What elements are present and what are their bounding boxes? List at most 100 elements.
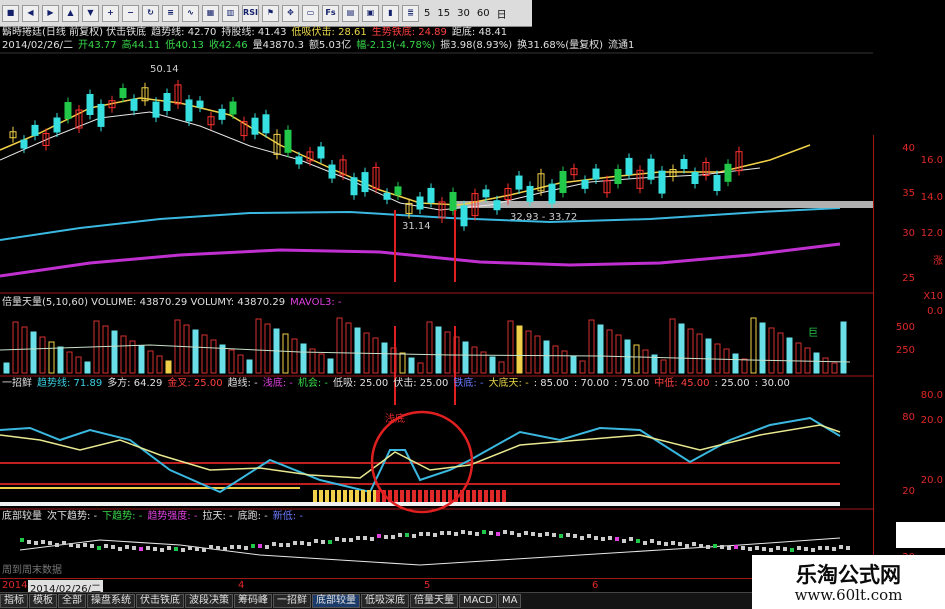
date-bar: 2014 2014/02/26/二 4 5 6: [0, 578, 873, 595]
bottom-marker: [83, 543, 87, 547]
bottom-marker: [692, 542, 696, 546]
bottom-marker: [342, 538, 346, 542]
osc_header-item: : 30.00: [754, 378, 790, 389]
volume-bar: [57, 346, 64, 374]
bottom-marker: [265, 545, 269, 549]
osc-slow-line: [0, 424, 841, 479]
volume-bar: [795, 342, 802, 374]
bottom_pane_header-item: 次下趋势: -: [47, 511, 98, 522]
tab-底部较量[interactable]: 底部较量: [312, 594, 360, 608]
bottom-marker: [482, 530, 486, 534]
volume-bar: [471, 346, 478, 374]
bottom-marker: [321, 540, 325, 544]
bottom-marker: [559, 534, 563, 538]
volume-bar: [354, 327, 361, 374]
tab-波段决策[interactable]: 波段决策: [185, 594, 233, 608]
osc-level-line: [0, 462, 840, 464]
volume-bar: [3, 362, 10, 374]
bottom-marker: [566, 533, 570, 537]
tab-MA[interactable]: MA: [497, 594, 522, 608]
candle-body: [295, 156, 303, 165]
volume-bar: [318, 353, 325, 374]
candle-body: [592, 168, 600, 180]
volume-bar: [597, 324, 604, 374]
bottom-marker: [573, 534, 577, 538]
bottom-marker: [419, 532, 423, 536]
signal-bar-red: [502, 490, 506, 502]
volume-bar: [228, 349, 235, 374]
bottom-marker: [41, 540, 45, 544]
volume-bar: [444, 331, 451, 374]
bottom-marker: [398, 533, 402, 537]
osc_header-item: 趋线: -: [227, 378, 258, 389]
osc_header-item: : 25.00: [714, 378, 750, 389]
tab-模板[interactable]: 模板: [29, 594, 57, 608]
volume-bar: [408, 357, 415, 374]
bottom-marker: [545, 532, 549, 536]
candle-body: [680, 159, 688, 169]
tab-伏击铁底[interactable]: 伏击铁底: [136, 594, 184, 608]
osc_header-item: 多方: 64.29: [107, 378, 163, 389]
signal-bar-yellow: [313, 490, 317, 502]
candle-body: [53, 117, 61, 133]
volume-bar: [831, 362, 838, 374]
volume-bar: [750, 317, 757, 374]
bottom-marker: [202, 548, 206, 552]
osc_header-item: : 85.00: [533, 378, 569, 389]
candle-body: [581, 179, 589, 189]
tab-低吸深底[interactable]: 低吸深底: [361, 594, 409, 608]
volume-bar: [39, 336, 46, 374]
volume-bar: [345, 322, 352, 374]
volume-bar: [705, 338, 712, 374]
volume-bar: [327, 358, 334, 374]
bottom-marker: [636, 539, 640, 543]
volume-bar: [822, 357, 829, 374]
volume-bar: [534, 335, 541, 374]
volume-bar: [192, 329, 199, 374]
bottom-marker: [832, 547, 836, 551]
volume-bar: [336, 317, 343, 374]
volume-bar: [813, 352, 820, 374]
signal-bar-red: [490, 490, 494, 502]
bottom-marker: [713, 544, 717, 548]
volume-bar: [381, 342, 388, 374]
price-axis2-tick: 14.0: [920, 192, 943, 203]
signal-bar-yellow: [343, 490, 347, 502]
axis-extra-label: 涨: [933, 256, 943, 267]
tab-筹码峰[interactable]: 筹码峰: [234, 594, 272, 608]
tab-全部[interactable]: 全部: [58, 594, 86, 608]
signal-bar-red: [418, 490, 422, 502]
tab-MACD[interactable]: MACD: [459, 594, 497, 608]
bottom_pane_header-item: 新低: -: [272, 511, 303, 522]
tab-指标[interactable]: 指标: [0, 594, 28, 608]
bottom-marker: [664, 542, 668, 546]
candle-body: [460, 205, 468, 227]
volume-bar: [615, 334, 622, 374]
bottom-marker: [580, 536, 584, 540]
bottom-marker: [314, 539, 318, 543]
bottom-marker: [146, 546, 150, 550]
volume-bar: [462, 341, 469, 374]
bottom-marker: [748, 547, 752, 551]
bottom-marker: [258, 544, 262, 548]
tab-操盘系统[interactable]: 操盘系统: [87, 594, 135, 608]
bottom-marker: [734, 545, 738, 549]
bottom-marker: [223, 547, 227, 551]
volume-bar: [255, 318, 262, 374]
volume-bar: [525, 330, 532, 374]
volume-bar: [642, 349, 649, 374]
volume-bar: [732, 353, 739, 374]
bottom-marker: [307, 542, 311, 546]
signal-bar-yellow: [349, 490, 353, 502]
volume-bar: [723, 348, 730, 374]
bottom-marker: [818, 546, 822, 550]
bottom-marker: [524, 531, 528, 535]
tab-一招鲜[interactable]: 一招鲜: [273, 594, 311, 608]
osc-axis2-tick: 80.0: [920, 390, 943, 401]
bottom-marker: [300, 541, 304, 545]
bottom-marker: [90, 544, 94, 548]
volume-bar: [156, 355, 163, 374]
tab-倍量天量[interactable]: 倍量天量: [410, 594, 458, 608]
price-axis2-tick: 12.0: [920, 228, 943, 239]
bottom-marker: [741, 546, 745, 550]
